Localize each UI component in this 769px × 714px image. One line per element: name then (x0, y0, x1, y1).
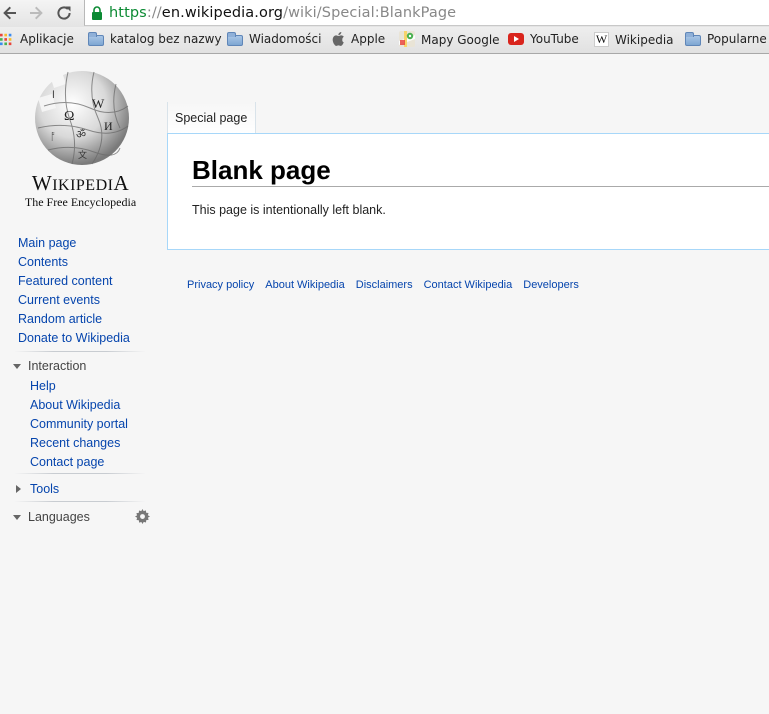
nav-community-portal[interactable]: Community portal (30, 416, 128, 435)
apple-icon (332, 32, 344, 46)
youtube-icon (508, 33, 524, 45)
tools-section-toggle[interactable]: Tools (12, 481, 59, 497)
bookmark-label: katalog bez nazwy (110, 32, 222, 46)
url-text: https://en.wikipedia.org/wiki/Special:Bl… (109, 5, 456, 21)
footer-about-wikipedia[interactable]: About Wikipedia (265, 279, 345, 291)
svg-text:И: И (104, 119, 113, 133)
tab-label: Special page (175, 111, 248, 125)
expand-triangle-icon (13, 363, 21, 369)
wordmark-initial: W (31, 171, 53, 195)
sidebar-divider (14, 351, 146, 352)
nav-about-wikipedia[interactable]: About Wikipedia (30, 397, 128, 416)
bookmark-wikipedia[interactable]: W Wikipedia (594, 32, 674, 47)
wordmark-final: A (113, 171, 130, 195)
nav-featured-content[interactable]: Featured content (18, 273, 130, 292)
svg-text:文: 文 (78, 149, 87, 160)
lock-icon (92, 5, 102, 20)
page-title: Blank page (192, 155, 769, 187)
forward-button[interactable] (26, 3, 46, 23)
back-arrow-icon (3, 6, 17, 20)
puzzle-globe-icon: Ω W И ॐ ᚩ 文 ا (35, 71, 129, 165)
url-separator: :// (146, 4, 162, 21)
forward-arrow-icon (30, 6, 43, 20)
footer-developers[interactable]: Developers (523, 279, 579, 291)
bookmark-label: Aplikacje (20, 32, 74, 46)
bookmarks-bar: Aplikacje katalog bez nazwy Wiadomości A… (0, 27, 769, 54)
apps-grid-icon (0, 33, 12, 46)
interaction-section-toggle[interactable]: Interaction (12, 358, 86, 374)
svg-text:ॐ: ॐ (76, 128, 86, 141)
svg-text:ا: ا (52, 90, 55, 101)
browser-toolbar: https://en.wikipedia.org/wiki/Special:Bl… (0, 0, 769, 27)
bookmark-popularne[interactable]: Popularne (685, 31, 767, 46)
content-area: Blank page This page is intentionally le… (167, 133, 769, 250)
nav-random-article[interactable]: Random article (18, 311, 130, 330)
nav-donate[interactable]: Donate to Wikipedia (18, 330, 130, 349)
bookmark-label: YouTube (530, 32, 579, 46)
bookmark-wiadomosci[interactable]: Wiadomości (227, 31, 322, 46)
wikipedia-icon: W (594, 32, 609, 47)
folder-icon (227, 31, 243, 46)
interaction-heading: Interaction (28, 359, 87, 373)
nav-help[interactable]: Help (30, 378, 128, 397)
bookmark-youtube[interactable]: YouTube (508, 32, 579, 46)
nav-recent-changes[interactable]: Recent changes (30, 435, 128, 454)
sidebar-divider (14, 501, 146, 502)
collapse-triangle-icon (16, 485, 21, 493)
reload-icon (57, 6, 71, 20)
wordmark-name: WIKIPEDIA (18, 171, 143, 196)
wordmark-middle: IKIPEDI (52, 177, 114, 194)
folder-icon (685, 31, 701, 46)
interaction-navigation: Help About Wikipedia Community portal Re… (30, 378, 128, 473)
footer-links: Privacy policy About Wikipedia Disclaime… (187, 279, 590, 291)
reload-button[interactable] (54, 3, 74, 23)
footer-privacy-policy[interactable]: Privacy policy (187, 279, 254, 291)
address-bar[interactable]: https://en.wikipedia.org/wiki/Special:Bl… (84, 0, 769, 26)
svg-text:ᚩ: ᚩ (50, 132, 56, 143)
footer-contact-wikipedia[interactable]: Contact Wikipedia (424, 279, 513, 291)
languages-section-toggle[interactable]: Languages (12, 509, 90, 525)
page-body-text: This page is intentionally left blank. (192, 203, 386, 217)
nav-contents[interactable]: Contents (18, 254, 130, 273)
wordmark: WIKIPEDIA The Free Encyclopedia (18, 171, 143, 210)
nav-main-page[interactable]: Main page (18, 235, 130, 254)
nav-contact-page[interactable]: Contact page (30, 454, 128, 473)
url-scheme: https (109, 4, 147, 21)
bookmark-aplikacje[interactable]: Aplikacje (0, 32, 74, 46)
bookmark-label: Mapy Google (421, 32, 500, 47)
bookmark-katalog-bez-nazwy[interactable]: katalog bez nazwy (88, 31, 222, 46)
nav-current-events[interactable]: Current events (18, 292, 130, 311)
url-path: /wiki/Special:BlankPage (283, 4, 457, 21)
tab-special-page[interactable]: Special page (167, 102, 256, 134)
bookmark-label: Wiadomości (249, 32, 322, 46)
svg-text:Ω: Ω (64, 109, 74, 124)
main-navigation: Main page Contents Featured content Curr… (18, 235, 130, 349)
wordmark-tagline: The Free Encyclopedia (24, 195, 137, 209)
tools-heading: Tools (30, 482, 60, 496)
bookmark-mapy-google[interactable]: Mapy Google (399, 31, 500, 47)
bookmark-label: Popularne (707, 32, 767, 46)
folder-icon (88, 31, 104, 46)
expand-triangle-icon (13, 514, 21, 520)
sidebar-divider (14, 473, 146, 474)
footer-disclaimers[interactable]: Disclaimers (356, 279, 413, 291)
languages-heading: Languages (28, 510, 90, 524)
url-host: en.wikipedia.org (161, 4, 284, 21)
bookmark-label: Wikipedia (615, 32, 674, 47)
svg-text:W: W (92, 96, 105, 111)
google-maps-icon (399, 31, 415, 47)
bookmark-apple[interactable]: Apple (332, 32, 385, 46)
back-button[interactable] (0, 3, 20, 23)
gear-icon[interactable] (135, 509, 150, 524)
bookmark-label: Apple (351, 32, 386, 46)
